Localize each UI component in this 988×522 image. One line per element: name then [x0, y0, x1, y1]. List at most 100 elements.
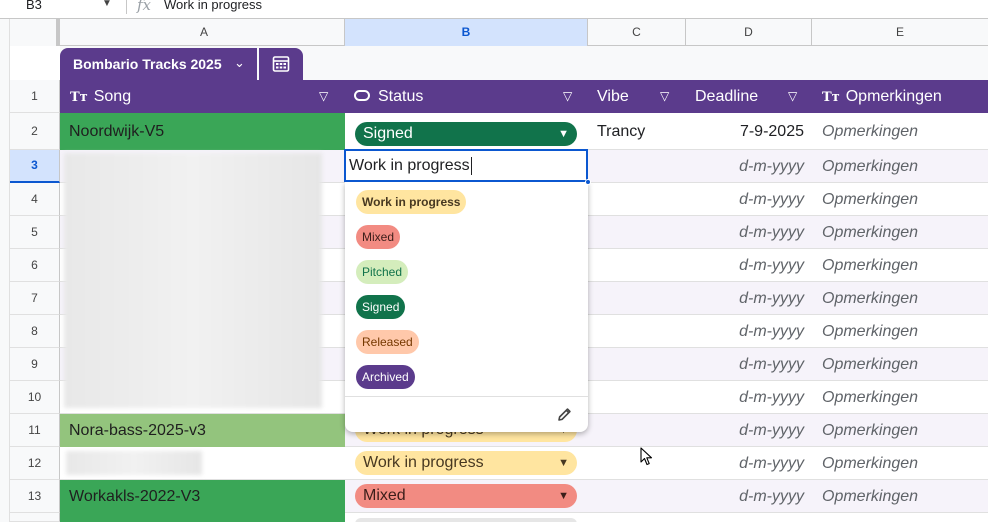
status-dropdown-menu: Work in progress Mixed Pitched Signed Re…: [345, 182, 588, 432]
deadline-cell[interactable]: d-m-yyyy: [686, 150, 812, 183]
name-box[interactable]: B3: [26, 0, 42, 12]
fill-handle[interactable]: [585, 179, 591, 185]
deadline-cell[interactable]: d-m-yyyy: [686, 414, 812, 447]
header-vibe-chevron-icon[interactable]: ▽: [660, 80, 669, 113]
table-name-chip[interactable]: Bombario Tracks 2025 ⌄: [60, 48, 303, 80]
fx-icon: fx: [137, 0, 152, 14]
header-deadline-chevron-icon[interactable]: ▽: [788, 80, 797, 113]
header-notes-label: Opmerkingen: [845, 88, 942, 105]
chip-dropdown-icon[interactable]: ▼: [558, 484, 569, 508]
header-deadline[interactable]: Deadline: [695, 80, 758, 113]
row-header-2[interactable]: 2: [10, 113, 60, 150]
song-cell[interactable]: Nora-bass-2025-v3: [60, 414, 345, 447]
option-mixed[interactable]: Mixed: [356, 225, 401, 249]
notes-cell[interactable]: Opmerkingen: [812, 315, 988, 348]
status-chip[interactable]: Signed ▼: [355, 122, 577, 146]
option-work-in-progress[interactable]: Work in progress: [356, 190, 467, 214]
row-header-11[interactable]: 11: [10, 414, 60, 447]
column-header-row: A B C D E: [0, 19, 988, 46]
cell-editor-input[interactable]: Work in progress: [344, 149, 588, 182]
header-song[interactable]: Tт Song: [70, 80, 131, 113]
row-header-13[interactable]: 13: [10, 480, 60, 513]
notes-cell[interactable]: Opmerkingen: [812, 480, 988, 513]
row-header-1[interactable]: 1: [10, 80, 60, 113]
header-song-chevron-icon[interactable]: ▽: [319, 80, 328, 113]
deadline-cell[interactable]: d-m-yyyy: [686, 348, 812, 381]
table-header-row: Tт Song ▽ Status ▽ Vibe ▽ Deadline ▽ Tт Op…: [60, 80, 988, 113]
notes-cell[interactable]: Opmerkingen: [812, 282, 988, 315]
table-name[interactable]: Bombario Tracks 2025: [73, 56, 222, 72]
redacted-song-cell: [66, 451, 202, 475]
formula-input[interactable]: Work in progress: [164, 0, 262, 12]
row-header-3[interactable]: 3: [10, 150, 60, 183]
text-cursor: [470, 156, 472, 175]
chip-dropdown-icon[interactable]: ▼: [558, 122, 569, 146]
table-row: Workakls-2022-V3 Mixed ▼ d-m-yyyy Opmerki…: [60, 480, 988, 513]
redacted-song-cells: [64, 153, 322, 408]
song-cell[interactable]: Noordwijk-V5: [60, 113, 345, 150]
status-chip[interactable]: Work in progress ▼: [355, 451, 577, 475]
notes-cell[interactable]: Opmerkingen: [812, 381, 988, 414]
vibe-cell[interactable]: Trancy: [588, 113, 686, 150]
notes-cell[interactable]: Opmerkingen: [812, 348, 988, 381]
left-gutter: [0, 19, 10, 522]
row-header-12[interactable]: 12: [10, 447, 60, 480]
row-header-10[interactable]: 10: [10, 381, 60, 414]
column-header-e[interactable]: E: [812, 19, 988, 46]
row-header-8[interactable]: 8: [10, 315, 60, 348]
deadline-cell[interactable]: d-m-yyyy: [686, 480, 812, 513]
table-menu-chevron-icon[interactable]: ⌄: [234, 55, 245, 71]
song-cell[interactable]: Workakls-2022-V3: [60, 480, 345, 513]
option-pitched[interactable]: Pitched: [356, 260, 409, 284]
song-cell[interactable]: [60, 513, 345, 522]
notes-cell[interactable]: Opmerkingen: [812, 216, 988, 249]
table-calendar-view-icon[interactable]: [272, 55, 290, 78]
deadline-cell[interactable]: d-m-yyyy: [686, 249, 812, 282]
text-type-icon: Tт: [822, 90, 840, 105]
deadline-cell[interactable]: d-m-yyyy: [686, 315, 812, 348]
deadline-cell[interactable]: d-m-yyyy: [686, 381, 812, 414]
option-archived[interactable]: Archived: [356, 365, 415, 389]
deadline-cell[interactable]: d-m-yyyy: [686, 282, 812, 315]
deadline-cell[interactable]: d-m-yyyy: [686, 183, 812, 216]
deadline-cell[interactable]: 7-9-2025: [686, 113, 812, 150]
row-header-5[interactable]: 5: [10, 216, 60, 249]
cell-editor-text: Work in progress: [349, 157, 470, 174]
notes-cell[interactable]: Opmerkingen: [812, 447, 988, 480]
header-status-chevron-icon[interactable]: ▽: [563, 80, 572, 113]
header-status[interactable]: Status: [354, 80, 423, 113]
notes-cell[interactable]: Opmerkingen: [812, 414, 988, 447]
row-header-6[interactable]: 6: [10, 249, 60, 282]
select-all-corner[interactable]: [10, 19, 60, 46]
chip-dropdown-icon[interactable]: ▼: [558, 451, 569, 475]
notes-cell[interactable]: Opmerkingen: [812, 249, 988, 282]
header-vibe[interactable]: Vibe: [597, 80, 629, 113]
name-box-dropdown-icon[interactable]: ▼: [102, 0, 112, 9]
header-notes[interactable]: Tт Opmerkingen: [822, 80, 942, 113]
status-chip[interactable]: Mixed ▼: [355, 484, 577, 508]
notes-cell[interactable]: Opmerkingen: [812, 150, 988, 183]
status-chip-label: Signed: [363, 125, 413, 142]
dropdown-separator: [345, 396, 588, 397]
tab-divider: [257, 48, 259, 80]
notes-cell[interactable]: Opmerkingen: [812, 113, 988, 150]
header-status-label: Status: [378, 88, 424, 105]
row-header-4[interactable]: 4: [10, 183, 60, 216]
option-signed[interactable]: Signed: [356, 295, 406, 319]
edit-pencil-icon[interactable]: [556, 406, 573, 428]
status-chip[interactable]: [355, 518, 577, 522]
table-row: Noordwijk-V5 Signed ▼ Trancy 7-9-2025 Opm…: [60, 113, 988, 150]
column-header-b[interactable]: B: [345, 19, 588, 46]
header-song-label: Song: [93, 88, 132, 105]
column-header-c[interactable]: C: [588, 19, 686, 46]
notes-cell[interactable]: Opmerkingen: [812, 183, 988, 216]
row-header-9[interactable]: 9: [10, 348, 60, 381]
deadline-cell[interactable]: d-m-yyyy: [686, 447, 812, 480]
column-header-a[interactable]: A: [64, 19, 345, 46]
deadline-cell[interactable]: d-m-yyyy: [686, 216, 812, 249]
row-header-7[interactable]: 7: [10, 282, 60, 315]
column-header-d[interactable]: D: [686, 19, 812, 46]
status-chip-label: Mixed: [363, 487, 406, 504]
option-released[interactable]: Released: [356, 330, 419, 354]
row-header-14: [10, 513, 60, 522]
